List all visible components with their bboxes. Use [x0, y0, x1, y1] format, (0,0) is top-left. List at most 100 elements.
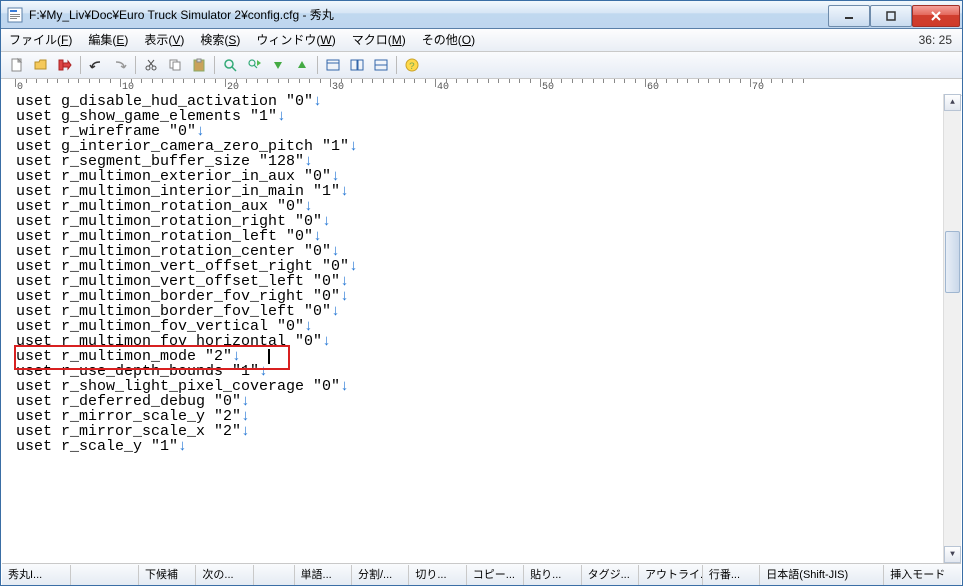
status-cell[interactable]: 切り... [409, 565, 466, 585]
search-button[interactable] [218, 54, 242, 76]
separator [396, 56, 397, 74]
editor-area: uset g_disable_hud_activation "0"↓uset g… [2, 94, 961, 563]
statusbar: 秀丸I... 下候補次の... 単語...分割/...切り...コピー...貼り..… [2, 563, 961, 585]
app-window: F:¥My_Liv¥Doc¥Euro Truck Simulator 2¥con… [0, 0, 963, 586]
code-line[interactable]: uset r_segment_buffer_size "128"↓ [16, 154, 943, 169]
menubar: ファイル(F)編集(E)表示(V)検索(S)ウィンドウ(W)マクロ(M)その他(… [1, 29, 962, 52]
cursor-position: 36: 25 [919, 33, 962, 47]
close-button[interactable] [912, 5, 960, 27]
ruler-label: 10 [122, 82, 134, 93]
code-line[interactable]: uset r_multimon_fov_horizontal "0"↓ [16, 334, 943, 349]
open-file-button[interactable] [29, 54, 53, 76]
code-line[interactable]: uset r_mirror_scale_x "2"↓ [16, 424, 943, 439]
search-up-button[interactable] [290, 54, 314, 76]
newline-icon: ↓ [331, 303, 340, 320]
scroll-track[interactable] [944, 111, 961, 546]
paste-button[interactable] [187, 54, 211, 76]
newline-icon: ↓ [322, 213, 331, 230]
ruler-label: 20 [227, 82, 239, 93]
code-line[interactable]: uset r_multimon_border_fov_left "0"↓ [16, 304, 943, 319]
newline-icon: ↓ [340, 183, 349, 200]
status-cell[interactable]: コピー... [467, 565, 524, 585]
new-file-button[interactable] [5, 54, 29, 76]
code-line[interactable]: uset r_show_light_pixel_coverage "0"↓ [16, 379, 943, 394]
scroll-up-button[interactable]: ▲ [944, 94, 961, 111]
ruler-label: 50 [542, 82, 554, 93]
search-down-button[interactable] [266, 54, 290, 76]
status-cell[interactable]: 次の... [196, 565, 253, 585]
titlebar: F:¥My_Liv¥Doc¥Euro Truck Simulator 2¥con… [1, 1, 962, 29]
toolbar: ? [1, 52, 962, 79]
code-line[interactable]: uset r_multimon_rotation_aux "0"↓ [16, 199, 943, 214]
code-line[interactable]: uset r_multimon_border_fov_right "0"↓ [16, 289, 943, 304]
maximize-button[interactable] [870, 5, 912, 27]
scroll-down-button[interactable]: ▼ [944, 546, 961, 563]
app-icon [7, 7, 23, 23]
status-cell[interactable]: 単語... [295, 565, 352, 585]
menu-item[interactable]: ファイル(F) [1, 30, 80, 50]
cut-button[interactable] [139, 54, 163, 76]
separator [135, 56, 136, 74]
newline-icon: ↓ [349, 138, 358, 155]
window-compare-button[interactable] [345, 54, 369, 76]
editor-content[interactable]: uset g_disable_hud_activation "0"↓uset g… [16, 94, 943, 563]
ruler-label: 40 [437, 82, 449, 93]
vertical-scrollbar[interactable]: ▲ ▼ [943, 94, 961, 563]
status-cell[interactable]: 秀丸I... [2, 565, 71, 585]
ruler-label: 60 [647, 82, 659, 93]
status-cell[interactable] [254, 565, 295, 585]
code-line[interactable]: uset r_multimon_interior_in_main "1"↓ [16, 184, 943, 199]
status-cell[interactable]: アウトライ... [639, 565, 703, 585]
ruler-label: 70 [752, 82, 764, 93]
code-line[interactable]: uset r_multimon_rotation_left "0"↓ [16, 229, 943, 244]
help-button[interactable]: ? [400, 54, 424, 76]
code-line[interactable]: uset r_multimon_vert_offset_left "0"↓ [16, 274, 943, 289]
ruler-label: 0 [17, 82, 23, 93]
menu-item[interactable]: 表示(V) [136, 30, 192, 50]
separator [214, 56, 215, 74]
window-controls [828, 2, 962, 27]
status-cell[interactable]: 下候補 [139, 565, 196, 585]
code-line[interactable]: uset r_multimon_exterior_in_aux "0"↓ [16, 169, 943, 184]
code-line[interactable]: uset g_disable_hud_activation "0"↓ [16, 94, 943, 109]
code-line[interactable]: uset r_multimon_rotation_right "0"↓ [16, 214, 943, 229]
newline-icon: ↓ [241, 423, 250, 440]
code-line[interactable]: uset g_interior_camera_zero_pitch "1"↓ [16, 139, 943, 154]
separator [80, 56, 81, 74]
copy-button[interactable] [163, 54, 187, 76]
menu-item[interactable]: その他(O) [414, 30, 483, 50]
window-title: F:¥My_Liv¥Doc¥Euro Truck Simulator 2¥con… [29, 6, 828, 23]
menu-item[interactable]: 編集(E) [80, 30, 136, 50]
status-cell[interactable] [71, 565, 140, 585]
undo-button[interactable] [84, 54, 108, 76]
menu-item[interactable]: ウィンドウ(W) [248, 30, 343, 50]
status-cell[interactable]: 貼り... [524, 565, 581, 585]
redo-button[interactable] [108, 54, 132, 76]
status-cell[interactable]: 分割/... [352, 565, 409, 585]
text-caret [268, 349, 270, 364]
save-button[interactable] [53, 54, 77, 76]
newline-icon: ↓ [277, 108, 286, 125]
window-list-button[interactable] [369, 54, 393, 76]
newline-icon: ↓ [340, 378, 349, 395]
code-line[interactable]: uset r_scale_y "1"↓ [16, 439, 943, 454]
code-line[interactable]: uset r_multimon_mode "2"↓ [16, 349, 943, 364]
insert-mode-indicator[interactable]: 挿入モード [884, 565, 961, 585]
scroll-thumb[interactable] [945, 231, 960, 293]
code-line[interactable]: uset r_multimon_rotation_center "0"↓ [16, 244, 943, 259]
search-next-button[interactable] [242, 54, 266, 76]
code-line[interactable]: uset r_mirror_scale_y "2"↓ [16, 409, 943, 424]
window-split-button[interactable] [321, 54, 345, 76]
code-line[interactable]: uset r_use_depth_bounds "1"↓ [16, 364, 943, 379]
encoding-indicator[interactable]: 日本語(Shift-JIS) [760, 565, 884, 585]
code-line[interactable]: uset r_wireframe "0"↓ [16, 124, 943, 139]
code-line[interactable]: uset r_deferred_debug "0"↓ [16, 394, 943, 409]
code-line[interactable]: uset r_multimon_vert_offset_right "0"↓ [16, 259, 943, 274]
status-cell[interactable]: タグジ... [582, 565, 639, 585]
code-line[interactable]: uset g_show_game_elements "1"↓ [16, 109, 943, 124]
minimize-button[interactable] [828, 5, 870, 27]
status-cell[interactable]: 行番... [703, 565, 760, 585]
code-line[interactable]: uset r_multimon_fov_vertical "0"↓ [16, 319, 943, 334]
menu-item[interactable]: 検索(S) [192, 30, 248, 50]
menu-item[interactable]: マクロ(M) [344, 30, 414, 50]
